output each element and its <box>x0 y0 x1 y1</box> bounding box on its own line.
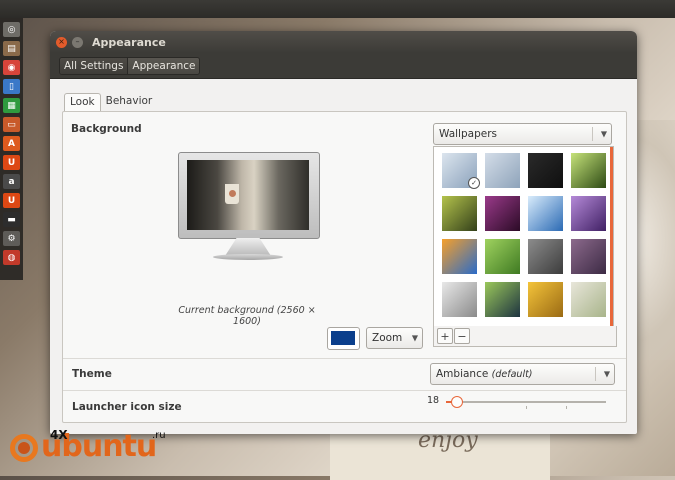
wallpaper-thumbnail-green-tree[interactable] <box>485 239 520 274</box>
wallpaper-thumbnail-purple-dusk-bird[interactable] <box>571 239 606 274</box>
select-separator <box>595 367 596 381</box>
chevron-down-icon: ▼ <box>411 333 418 343</box>
slider-ticks <box>446 406 606 410</box>
tab-look[interactable]: Look <box>64 93 101 111</box>
select-separator <box>592 127 593 141</box>
software-center-icon[interactable]: A <box>3 136 20 151</box>
color-swatch <box>331 331 355 345</box>
slider-tick <box>566 406 567 409</box>
theme-select[interactable]: Ambiance (default) ▼ <box>430 363 615 385</box>
document-icon[interactable]: ▯ <box>3 79 20 94</box>
current-wallpaper-preview <box>187 160 309 230</box>
wallpaper-thumbnail-grass-blades[interactable] <box>571 282 606 317</box>
top-panel <box>0 0 675 18</box>
watermark-prefix: 4X <box>50 428 68 442</box>
remove-wallpaper-button[interactable]: − <box>454 328 470 344</box>
wallpaper-thumbnail-purple-sunset[interactable] <box>571 196 606 231</box>
wallpaper-thumbnail-blue-glass-flowers[interactable]: ✓ <box>442 153 480 189</box>
toolbar: All Settings Appearance <box>50 53 637 79</box>
dash-icon[interactable]: ◎ <box>3 22 20 37</box>
close-icon[interactable]: × <box>56 36 67 48</box>
breadcrumb-all-settings[interactable]: All Settings <box>60 57 128 74</box>
section-divider <box>63 390 626 391</box>
launcher-size-slider[interactable] <box>446 396 606 409</box>
gallery-actions: + − <box>433 326 617 347</box>
tab-bar: Look Behavior <box>64 93 157 111</box>
spreadsheet-icon[interactable]: ▦ <box>3 98 20 113</box>
ubuntu-watermark: ubuntu 4X .ru <box>10 428 166 462</box>
breadcrumb: All Settings Appearance <box>59 56 201 75</box>
terminal-icon[interactable]: ▬ <box>3 212 20 227</box>
wallpaper-thumbnail-green-flower-dark[interactable] <box>485 282 520 317</box>
background-color-button[interactable] <box>327 327 360 350</box>
wallpaper-thumbnail-grey-heron[interactable] <box>528 239 563 274</box>
wallpaper-thumbnail-yellow-flower[interactable] <box>528 282 563 317</box>
gallery-scrollbar[interactable] <box>610 147 613 327</box>
launcher-size-label: Launcher icon size <box>72 401 182 413</box>
appearance-settings-icon[interactable]: ◍ <box>3 250 20 265</box>
window-title: Appearance <box>92 35 166 49</box>
current-background-caption: Current background (2560 × 1600) <box>178 305 316 327</box>
ubuntu-one-icon[interactable]: U <box>3 155 20 170</box>
chevron-down-icon: ▼ <box>603 369 610 379</box>
wallpaper-thumbnail-grey-sea[interactable] <box>442 282 477 317</box>
chrome-icon[interactable]: ◉ <box>3 60 20 75</box>
theme-label: Theme <box>72 368 112 380</box>
wallpaper-source-value: Wallpapers <box>439 128 497 140</box>
tab-behavior[interactable]: Behavior <box>101 93 158 111</box>
files-icon[interactable]: ▤ <box>3 41 20 56</box>
monitor-preview <box>178 152 320 239</box>
wallpaper-thumbnail-blue-glass-flowers-2[interactable] <box>485 153 520 188</box>
breadcrumb-appearance[interactable]: Appearance <box>127 57 200 74</box>
minimize-icon[interactable]: – <box>72 36 83 48</box>
theme-default-note: (default) <box>491 368 533 380</box>
monitor-base <box>213 254 283 260</box>
look-panel: Background Current background (2560 × 16… <box>62 111 627 423</box>
amazon-icon[interactable]: a <box>3 174 20 189</box>
wallpaper-grid: ✓ <box>442 153 606 317</box>
ubuntu-one-music-icon[interactable]: U <box>3 193 20 208</box>
wallpaper-thumbnail-green-leaf[interactable] <box>571 153 606 188</box>
wallpaper-thumbnail-dark-night-sky[interactable] <box>528 153 563 188</box>
watermark-suffix: .ru <box>152 430 166 441</box>
background-mode-select[interactable]: Zoom ▼ <box>366 327 423 349</box>
background-mode-value: Zoom <box>372 332 403 344</box>
background-section-label: Background <box>71 123 142 135</box>
wallpaper-gallery: ✓ <box>433 146 614 328</box>
wallpaper-source-select[interactable]: Wallpapers ▼ <box>433 123 612 145</box>
settings-icon[interactable]: ⚙ <box>3 231 20 246</box>
wallpaper-thumbnail-snowy-mountains[interactable] <box>528 196 563 231</box>
add-wallpaper-button[interactable]: + <box>437 328 453 344</box>
presentation-icon[interactable]: ▭ <box>3 117 20 132</box>
launcher-size-value: 18 <box>427 395 440 406</box>
wallpaper-thumbnail-green-wheat-field[interactable] <box>442 196 477 231</box>
selected-check-icon: ✓ <box>468 177 480 189</box>
theme-value: Ambiance <box>436 368 489 380</box>
circle-of-friends-logo <box>10 434 38 462</box>
section-divider <box>63 358 626 359</box>
slider-tick <box>526 406 527 409</box>
wallpaper-thumbnail-rainbow-building[interactable] <box>442 239 477 274</box>
wallpaper-thumbnail-purple-flower[interactable] <box>485 196 520 231</box>
appearance-window: × – Appearance All Settings Appearance L… <box>50 31 637 434</box>
launcher: ◎ ▤ ◉ ▯ ▦ ▭ A Ua U ▬ ⚙ ◍ <box>0 18 23 280</box>
preview-cup-logo <box>229 190 236 197</box>
chevron-down-icon: ▼ <box>600 129 607 139</box>
window-titlebar[interactable]: × – Appearance <box>50 31 637 53</box>
